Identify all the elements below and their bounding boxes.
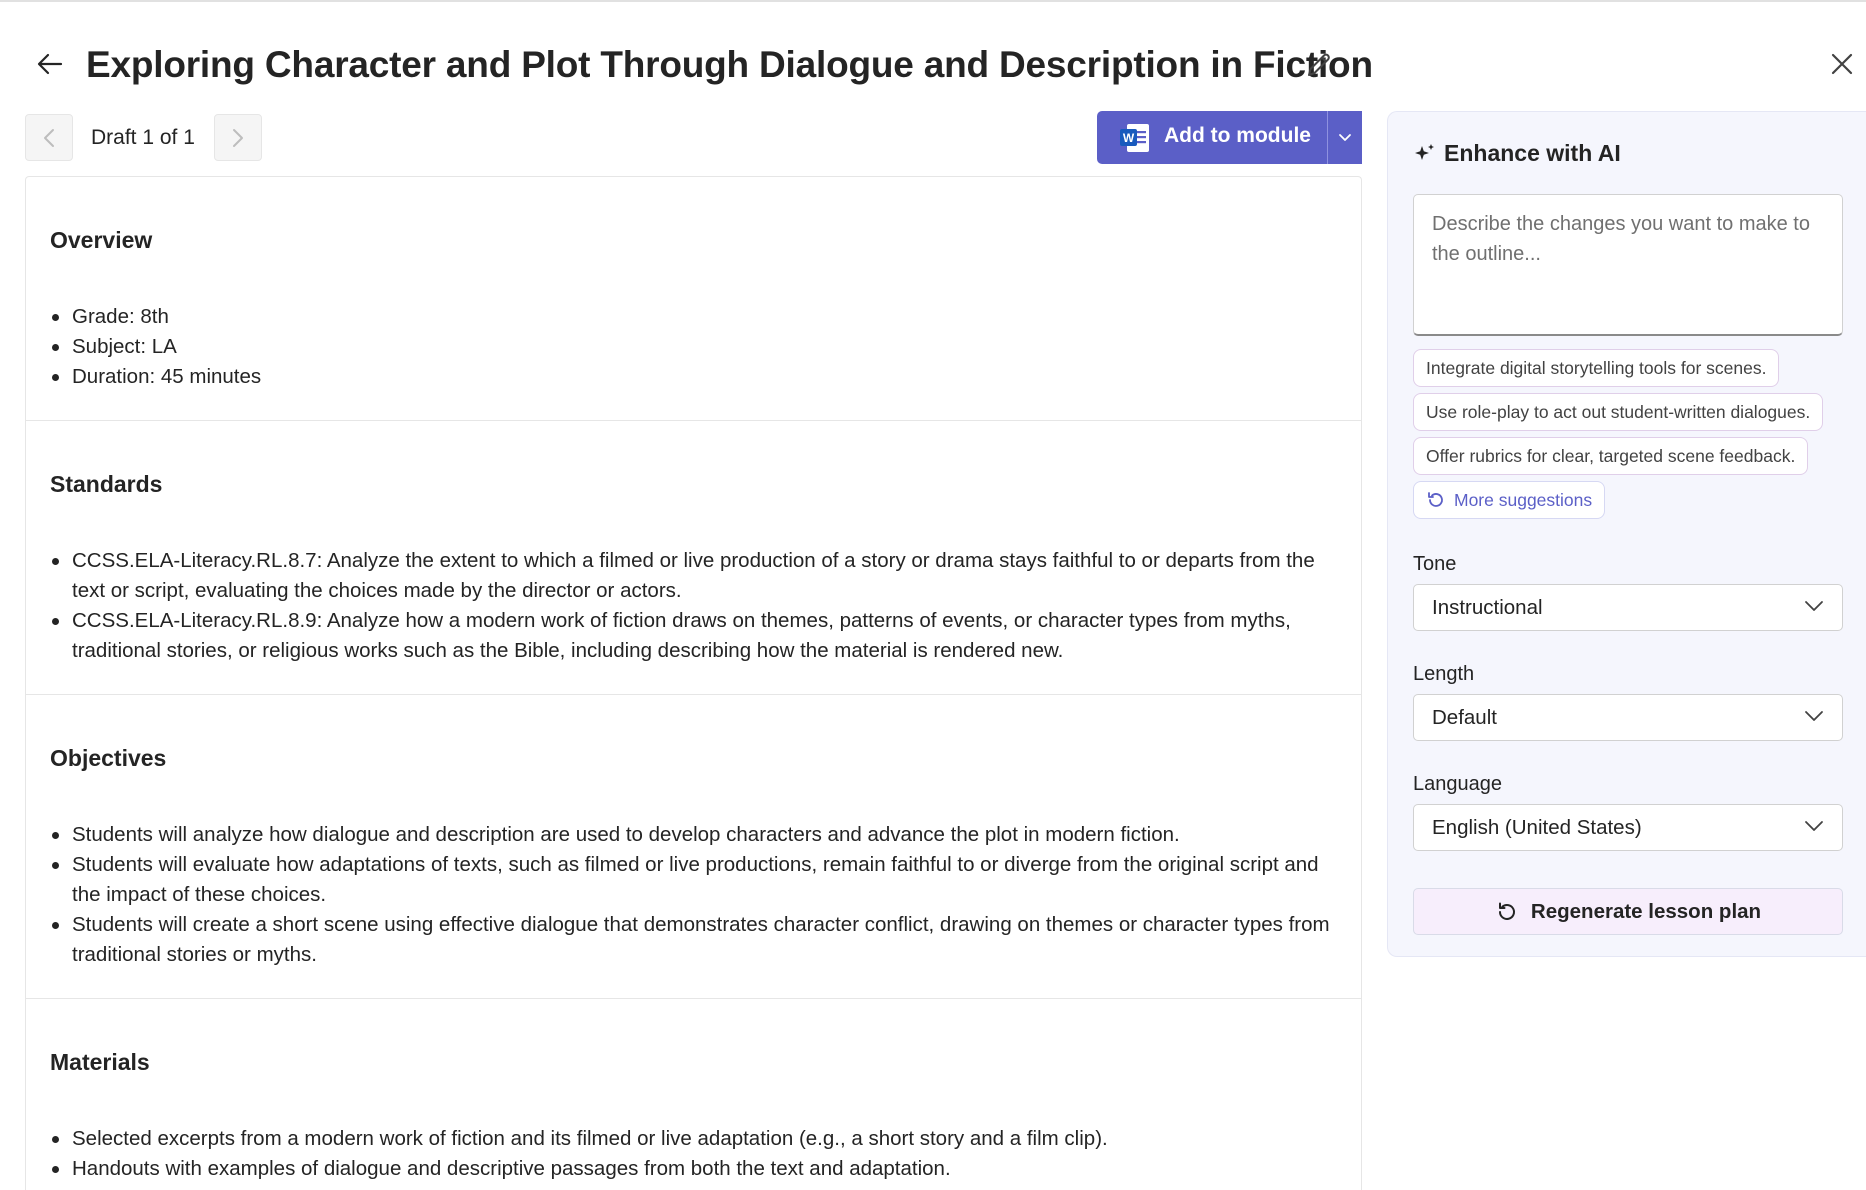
chevron-down-icon <box>1339 134 1351 141</box>
suggestion-chip[interactable]: Offer rubrics for clear, targeted scene … <box>1413 437 1809 475</box>
add-to-module-button[interactable]: W Add to module <box>1097 111 1362 164</box>
more-suggestions-label: More suggestions <box>1454 490 1593 510</box>
add-to-module-label: Add to module <box>1164 124 1311 147</box>
word-icon: W <box>1120 124 1149 152</box>
chevron-down-icon <box>1805 821 1823 831</box>
enhance-with-ai-panel: Enhance with AI Describe the changes you… <box>1387 111 1866 957</box>
more-suggestions-button[interactable]: More suggestions <box>1413 481 1606 519</box>
materials-heading: Materials <box>50 1049 150 1075</box>
regenerate-lesson-plan-button[interactable]: Regenerate lesson plan <box>1413 888 1843 935</box>
lesson-plan-content[interactable]: Overview Grade: 8th Subject: LA Duration… <box>25 176 1362 1190</box>
list-item: Students will evaluate how adaptations o… <box>50 850 1333 910</box>
close-icon <box>1831 53 1853 75</box>
ai-prompt-input[interactable]: Describe the changes you want to make to… <box>1413 194 1843 336</box>
language-select[interactable]: English (United States) <box>1413 804 1843 851</box>
add-options-dropdown[interactable] <box>1327 111 1362 164</box>
length-label: Length <box>1413 663 1475 685</box>
standards-list: CCSS.ELA-Literacy.RL.8.7: Analyze the ex… <box>50 546 1333 666</box>
objectives-list: Students will analyze how dialogue and d… <box>50 820 1333 970</box>
draft-counter: Draft 1 of 1 <box>91 126 195 149</box>
length-select[interactable]: Default <box>1413 694 1843 741</box>
chevron-right-icon <box>233 128 243 147</box>
list-item: Duration: 45 minutes <box>50 362 1333 392</box>
length-value: Default <box>1432 706 1497 729</box>
list-item: Grade: 8th <box>50 302 1333 332</box>
tone-value: Instructional <box>1432 596 1543 619</box>
standards-section: Standards CCSS.ELA-Literacy.RL.8.7: Anal… <box>26 421 1361 695</box>
arrow-left-icon <box>37 53 63 75</box>
objectives-section: Objectives Students will analyze how dia… <box>26 695 1361 999</box>
list-item: Selected excerpts from a modern work of … <box>50 1124 1333 1154</box>
page-title: Exploring Character and Plot Through Dia… <box>86 44 1373 85</box>
objectives-heading: Objectives <box>50 745 167 771</box>
sparkle-icon <box>1415 143 1434 160</box>
tone-select[interactable]: Instructional <box>1413 584 1843 631</box>
materials-list: Selected excerpts from a modern work of … <box>50 1124 1333 1184</box>
chevron-down-icon <box>1805 711 1823 721</box>
list-item: Subject: LA <box>50 332 1333 362</box>
tone-label: Tone <box>1413 553 1457 575</box>
chevron-left-icon <box>44 128 54 147</box>
previous-draft-button[interactable] <box>25 114 73 161</box>
list-item: Students will create a short scene using… <box>50 910 1333 970</box>
back-button[interactable] <box>30 44 70 84</box>
top-divider <box>0 0 1866 3</box>
list-item: Handouts with examples of dialogue and d… <box>50 1154 1333 1184</box>
list-item: CCSS.ELA-Literacy.RL.8.9: Analyze how a … <box>50 606 1333 666</box>
close-button[interactable] <box>1822 44 1862 84</box>
list-item: CCSS.ELA-Literacy.RL.8.7: Analyze the ex… <box>50 546 1333 606</box>
materials-section: Materials Selected excerpts from a moder… <box>26 999 1361 1190</box>
refresh-icon <box>1498 902 1515 920</box>
overview-heading: Overview <box>50 227 153 253</box>
next-draft-button[interactable] <box>214 114 262 161</box>
overview-list: Grade: 8th Subject: LA Duration: 45 minu… <box>50 302 1333 392</box>
language-label: Language <box>1413 773 1502 795</box>
overview-section: Overview Grade: 8th Subject: LA Duration… <box>26 177 1361 421</box>
refresh-icon <box>1428 492 1443 507</box>
pencil-icon <box>1308 53 1330 76</box>
suggestion-chip[interactable]: Integrate digital storytelling tools for… <box>1413 349 1780 387</box>
edit-title-button[interactable] <box>1301 47 1337 83</box>
suggestion-chip[interactable]: Use role-play to act out student-written… <box>1413 393 1824 431</box>
ai-panel-title: Enhance with AI <box>1444 140 1621 166</box>
svg-text:W: W <box>1123 131 1135 145</box>
chevron-down-icon <box>1805 601 1823 611</box>
list-item: Students will analyze how dialogue and d… <box>50 820 1333 850</box>
language-value: English (United States) <box>1432 816 1642 839</box>
ai-panel-header: Enhance with AI <box>1414 140 1621 167</box>
standards-heading: Standards <box>50 471 163 497</box>
regenerate-label: Regenerate lesson plan <box>1530 899 1762 923</box>
